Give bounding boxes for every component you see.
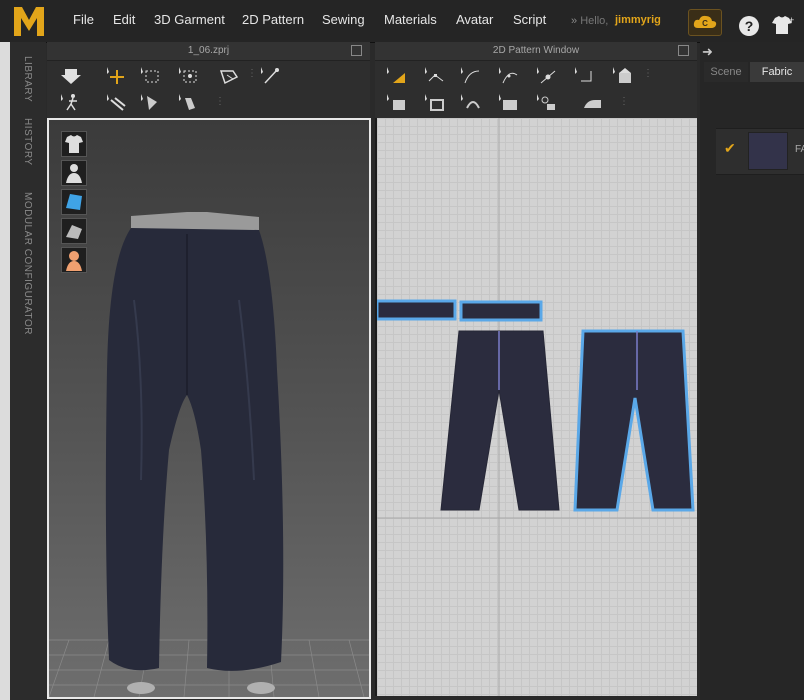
- toolbar-separator: ⋮: [643, 68, 653, 79]
- garment-window-title: 1_06.zprj: [187, 45, 230, 56]
- tshirt-icon[interactable]: +: [770, 14, 794, 36]
- arrow-right-icon[interactable]: ➜: [702, 44, 713, 60]
- avatar-skin-icon[interactable]: [61, 247, 87, 273]
- transform-pattern-icon[interactable]: [385, 65, 409, 87]
- strengthen-icon[interactable]: [105, 92, 129, 114]
- pattern-toolbar: ⋮ ⋮: [375, 61, 697, 118]
- select-mesh-icon[interactable]: [139, 65, 163, 87]
- pants-front-piece: [440, 330, 560, 511]
- tab-scene[interactable]: Scene: [704, 62, 748, 82]
- checkmark-icon: ✔: [724, 140, 736, 156]
- help-icon[interactable]: ?: [739, 16, 759, 36]
- fold-arrangement-icon[interactable]: [611, 65, 635, 87]
- menu-3d-garment[interactable]: 3D Garment: [154, 12, 225, 27]
- pin-icon[interactable]: [259, 65, 283, 87]
- fabric-swatch[interactable]: [748, 132, 788, 170]
- transform-icon[interactable]: [177, 65, 201, 87]
- pattern-2d-canvas: [377, 118, 697, 696]
- garment-3d-scene: [49, 212, 369, 697]
- garment-shirt-icon[interactable]: [61, 131, 87, 157]
- username[interactable]: jimmyrig: [615, 14, 661, 26]
- svg-text:C: C: [702, 19, 708, 28]
- svg-text:+: +: [789, 15, 794, 25]
- app-logo[interactable]: [12, 4, 46, 38]
- cloud-icon: C: [693, 15, 717, 28]
- polygon-icon[interactable]: [573, 65, 597, 87]
- tab-fabric[interactable]: Fabric: [750, 62, 804, 82]
- avatar-toggle-icon[interactable]: [61, 160, 87, 186]
- menu-edit[interactable]: Edit: [113, 12, 135, 27]
- tack-2d-icon[interactable]: [535, 92, 559, 114]
- menu-2d-pattern[interactable]: 2D Pattern: [242, 12, 304, 27]
- curve-point-icon[interactable]: [459, 65, 483, 87]
- pants-back-piece: [573, 329, 695, 512]
- greeting-label: Hello,: [580, 15, 609, 27]
- menu-materials[interactable]: Materials: [384, 12, 437, 27]
- greeting-text: » Hello,: [571, 15, 609, 27]
- cloud-button[interactable]: C: [688, 9, 722, 36]
- texture-view-icon[interactable]: [61, 189, 87, 215]
- menu-sewing[interactable]: Sewing: [322, 12, 365, 27]
- free-sewing-icon[interactable]: [423, 92, 447, 114]
- fabric-item-label: FA: [795, 144, 804, 155]
- popout-icon[interactable]: [351, 45, 362, 56]
- simulation-icon[interactable]: [59, 65, 83, 87]
- edit-point-icon[interactable]: [423, 65, 447, 87]
- side-strip: [0, 42, 10, 700]
- pattern-2d-viewport[interactable]: [375, 118, 697, 696]
- pattern-window-title: 2D Pattern Window: [492, 45, 580, 56]
- menu-bar: File Edit 3D Garment 2D Pattern Sewing M…: [0, 0, 804, 43]
- edit-curvature-icon[interactable]: [497, 65, 521, 87]
- toolbar-separator: ⋮: [247, 68, 257, 79]
- tack-icon[interactable]: [139, 92, 163, 114]
- side-tab-library[interactable]: LIBRARY: [22, 56, 33, 102]
- toolbar-separator: ⋮: [215, 96, 225, 107]
- add-point-icon[interactable]: [535, 65, 559, 87]
- menu-avatar[interactable]: Avatar: [456, 12, 493, 27]
- toolbar-separator: ⋮: [619, 96, 629, 107]
- iron-icon[interactable]: [581, 92, 605, 114]
- waistband-piece-right: [459, 300, 543, 322]
- fabric-shading-icon[interactable]: [61, 218, 87, 244]
- segment-sewing-icon[interactable]: [385, 92, 409, 114]
- popout-icon[interactable]: [678, 45, 689, 56]
- side-tab-history[interactable]: HISTORY: [22, 118, 33, 166]
- side-tab-modular-configurator[interactable]: MODULAR CONFIGURATOR: [22, 192, 33, 335]
- menu-file[interactable]: File: [73, 12, 94, 27]
- garment-window-header: 1_06.zprj: [47, 42, 370, 61]
- steam-icon[interactable]: [177, 92, 201, 114]
- sewing-machine-icon[interactable]: [497, 92, 521, 114]
- pants-3d: [105, 228, 284, 671]
- garment-3d-viewport[interactable]: [47, 118, 371, 699]
- waistband-piece-left: [377, 299, 457, 321]
- menu-script[interactable]: Script: [513, 12, 546, 27]
- avatar-pose-icon[interactable]: [59, 92, 83, 114]
- garment-toolbar: ⋮ ⋮: [47, 61, 370, 118]
- pattern-window-header: 2D Pattern Window: [375, 42, 697, 61]
- edit-sewing-icon[interactable]: [459, 92, 483, 114]
- select-move-icon[interactable]: [105, 65, 129, 87]
- fold-icon[interactable]: [217, 65, 241, 87]
